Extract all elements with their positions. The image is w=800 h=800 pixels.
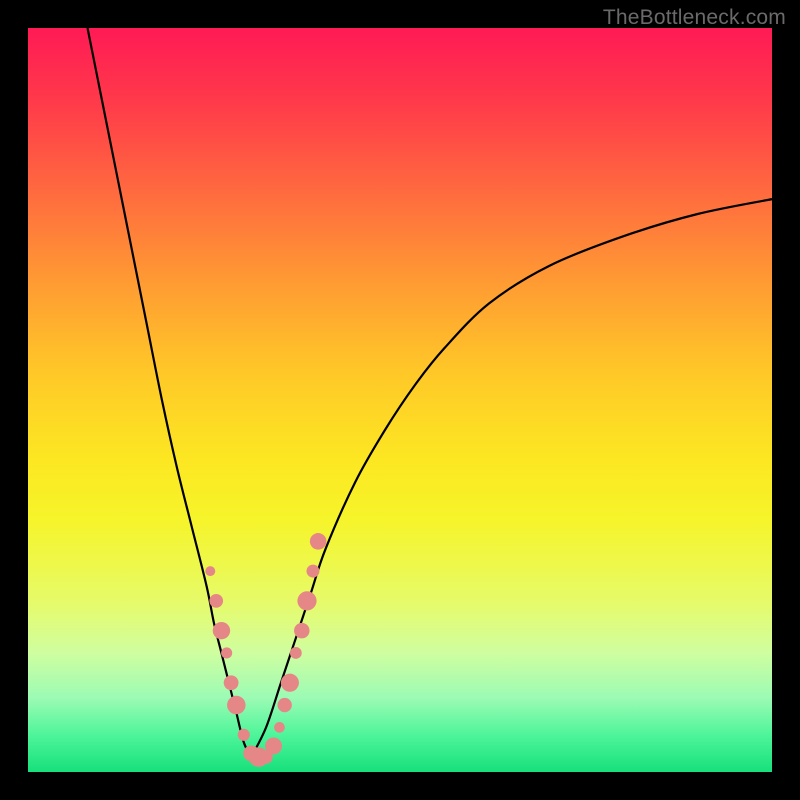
marker-dot (205, 566, 215, 576)
watermark-text: TheBottleneck.com (603, 6, 786, 30)
marker-dot (294, 623, 310, 639)
marker-dot (265, 737, 282, 754)
marker-dot (227, 696, 246, 715)
marker-dot (238, 729, 250, 741)
marker-dot (310, 533, 327, 550)
marker-dot (213, 622, 230, 639)
marker-dot (224, 675, 239, 690)
marker-dot (274, 722, 285, 733)
marker-dot (290, 647, 302, 659)
marker-dot (297, 591, 316, 610)
marker-dot (307, 565, 320, 578)
chart-frame: TheBottleneck.com (0, 0, 800, 800)
curve-right (251, 199, 772, 757)
marker-dot (277, 698, 291, 712)
curve-layer (28, 28, 772, 772)
marker-dot (281, 674, 299, 692)
marker-dot (209, 594, 223, 608)
plot-area (28, 28, 772, 772)
marker-cluster (205, 533, 326, 767)
marker-dot (221, 647, 232, 658)
